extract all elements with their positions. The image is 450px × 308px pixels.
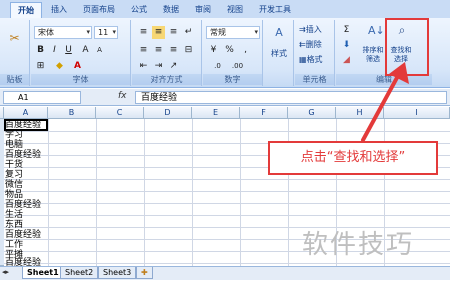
name-box[interactable]: A1 xyxy=(3,91,81,104)
delete-label: 删除 xyxy=(305,40,322,49)
styles-label: 样式 xyxy=(271,49,287,58)
cells-group-label: 单元格 xyxy=(295,74,334,85)
col-header-f[interactable]: F xyxy=(240,107,288,119)
indent-decrease-icon[interactable]: ⇤ xyxy=(137,60,150,73)
align-center-icon[interactable]: ≡ xyxy=(152,44,165,57)
font-color-icon[interactable]: A xyxy=(71,60,84,73)
sheet-tab-3[interactable]: Sheet3 xyxy=(98,267,137,279)
tab-view[interactable]: 视图 xyxy=(220,2,250,18)
clipboard-group-label: 贴板 xyxy=(0,74,29,85)
grid-line xyxy=(48,119,49,266)
watermark: 软件技巧 xyxy=(302,230,415,260)
autosum-icon[interactable]: Σ xyxy=(340,24,353,37)
callout-box: 点击“查找和选择” xyxy=(268,141,438,175)
clear-icon[interactable]: ◢ xyxy=(340,54,353,67)
number-group-label: 数字 xyxy=(203,74,262,85)
font-size-select[interactable]: 11 ▾ xyxy=(94,26,118,39)
percent-icon[interactable]: % xyxy=(223,44,236,57)
col-header-d[interactable]: D xyxy=(144,107,192,119)
number-format-select[interactable]: 常规 ▾ xyxy=(206,26,260,39)
shrink-font-icon[interactable]: A xyxy=(93,44,106,57)
border-icon[interactable]: ⊞ xyxy=(34,60,47,73)
grid-line xyxy=(144,119,145,266)
grid-line xyxy=(4,191,450,192)
number-group: 常规 ▾ ¥ % , .0 .00 数字 xyxy=(203,20,263,86)
grid-line xyxy=(4,263,450,264)
chevron-down-icon: ▾ xyxy=(86,28,90,36)
col-header-c[interactable]: C xyxy=(96,107,144,119)
col-header-a[interactable]: A xyxy=(4,107,48,119)
font-group: 宋体 ▾ 11 ▾ B I U A A ⊞ ◆ A 字体 xyxy=(31,20,131,86)
align-left-icon[interactable]: ≡ xyxy=(137,44,150,57)
alignment-group-label: 对齐方式 xyxy=(132,74,201,85)
grow-font-icon[interactable]: A xyxy=(79,44,92,57)
callout-arrow xyxy=(361,62,409,142)
align-middle-icon[interactable]: ≡ xyxy=(152,26,165,39)
wrap-text-icon[interactable]: ↵ xyxy=(182,26,195,39)
new-sheet-icon[interactable]: ✚ xyxy=(136,267,153,279)
styles-icon[interactable]: A xyxy=(272,26,286,40)
fill-color-icon[interactable]: ◆ xyxy=(53,60,66,73)
decrease-decimal-icon[interactable]: .00 xyxy=(231,60,244,73)
orientation-icon[interactable]: ↗ xyxy=(167,60,180,73)
insert-button[interactable]: ⇉插入 xyxy=(299,24,322,35)
tab-home[interactable]: 开始 xyxy=(10,2,42,18)
clipboard-group: ✂ 贴板 xyxy=(0,20,30,86)
insert-label: 插入 xyxy=(305,25,322,34)
grid-line xyxy=(192,119,193,266)
delete-button[interactable]: ⇇删除 xyxy=(299,39,322,50)
sort-filter-icon[interactable]: A↓ xyxy=(368,24,385,40)
tab-data[interactable]: 数据 xyxy=(156,2,186,18)
cells-group: ⇉插入 ⇇删除 ▦格式 单元格 xyxy=(295,20,335,86)
grid-line xyxy=(4,203,450,204)
grid-line xyxy=(240,119,241,266)
col-header-b[interactable]: B xyxy=(48,107,96,119)
grid-line xyxy=(96,119,97,266)
fill-icon[interactable]: ⬇ xyxy=(340,39,353,52)
currency-icon[interactable]: ¥ xyxy=(207,44,220,57)
font-name-select[interactable]: 宋体 ▾ xyxy=(34,26,92,39)
chevron-down-icon: ▾ xyxy=(254,28,258,36)
tab-developer[interactable]: 开发工具 xyxy=(252,2,298,18)
comma-icon[interactable]: , xyxy=(239,44,252,57)
sheet-tab-bar: ◂▸ Sheet1 Sheet2 Sheet3 ✚ xyxy=(0,266,450,280)
align-bottom-icon[interactable]: ≡ xyxy=(167,26,180,39)
paste-icon[interactable]: ✂ xyxy=(8,32,21,45)
bold-icon[interactable]: B xyxy=(34,44,47,57)
fx-label: fx xyxy=(118,91,127,101)
grid-line xyxy=(4,179,450,180)
grid-line xyxy=(4,215,450,216)
sheet-nav-icon[interactable]: ◂▸ xyxy=(2,268,9,276)
col-header-g[interactable]: G xyxy=(288,107,336,119)
chevron-down-icon: ▾ xyxy=(112,28,116,36)
font-size-value: 11 xyxy=(98,28,109,37)
alignment-group: ≡ ≡ ≡ ↵ ≡ ≡ ≡ ⊟ ⇤ ⇥ ↗ 对齐方式 xyxy=(132,20,202,86)
format-label: 格式 xyxy=(306,55,323,64)
styles-group: A 样式 xyxy=(264,20,294,86)
indent-increase-icon[interactable]: ⇥ xyxy=(152,60,165,73)
col-header-e[interactable]: E xyxy=(192,107,240,119)
tab-review[interactable]: 审阅 xyxy=(188,2,218,18)
font-name-value: 宋体 xyxy=(38,28,54,37)
italic-icon[interactable]: I xyxy=(48,44,61,57)
tab-insert[interactable]: 插入 xyxy=(44,2,74,18)
ribbon-tabs: 开始 插入 页面布局 公式 数据 审阅 视图 开发工具 xyxy=(0,0,450,18)
font-group-label: 字体 xyxy=(31,74,130,85)
tab-formulas[interactable]: 公式 xyxy=(124,2,154,18)
format-button[interactable]: ▦格式 xyxy=(299,54,323,65)
merge-icon[interactable]: ⊟ xyxy=(182,44,195,57)
align-right-icon[interactable]: ≡ xyxy=(167,44,180,57)
underline-icon[interactable]: U xyxy=(62,44,75,57)
align-top-icon[interactable]: ≡ xyxy=(137,26,150,39)
number-format-value: 常规 xyxy=(210,28,226,37)
sheet-tab-1[interactable]: Sheet1 xyxy=(22,267,64,279)
sheet-tab-2[interactable]: Sheet2 xyxy=(60,267,99,279)
tab-page-layout[interactable]: 页面布局 xyxy=(76,2,122,18)
increase-decimal-icon[interactable]: .0 xyxy=(211,60,224,73)
